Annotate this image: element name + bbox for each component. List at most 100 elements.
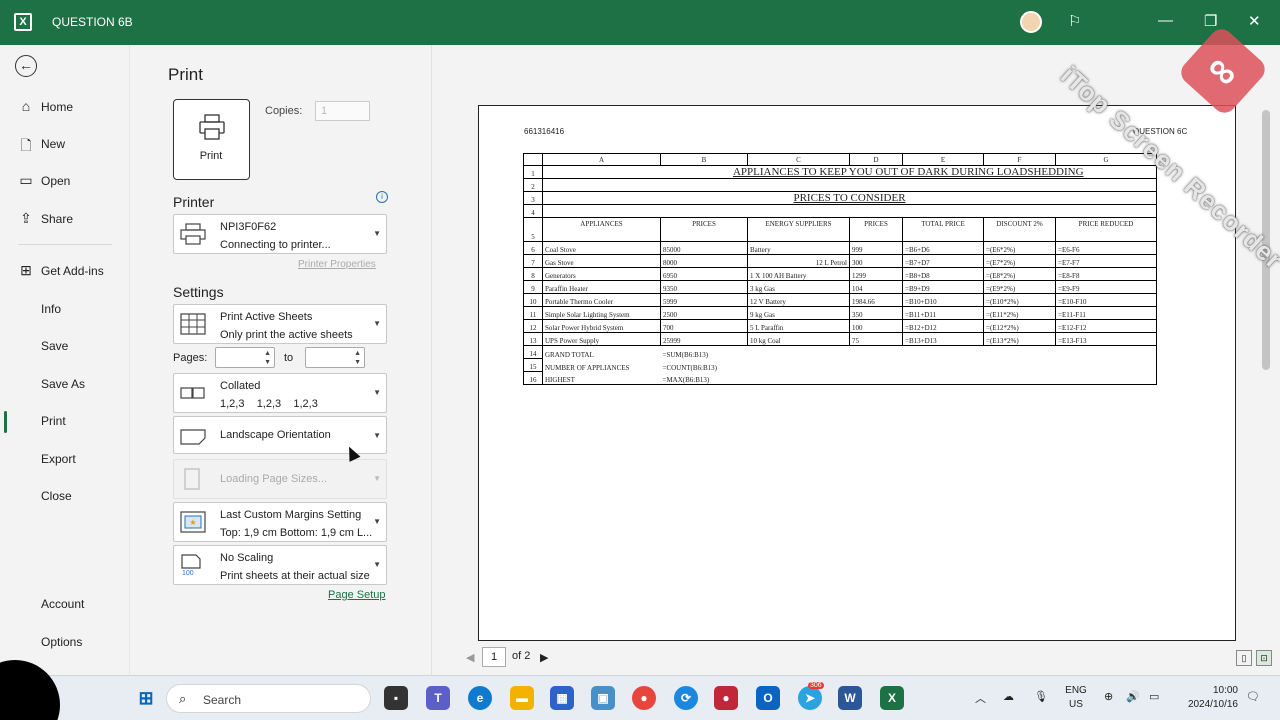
nav-export[interactable]: Export: [0, 444, 130, 474]
feedback-icon[interactable]: ⚐: [1068, 12, 1081, 30]
row-number: 6: [523, 241, 543, 255]
photos-icon[interactable]: ▣: [591, 686, 615, 710]
windows-start-icon[interactable]: ⊞: [134, 686, 158, 710]
nav-new[interactable]: 🗋 New: [0, 129, 130, 159]
margins-select[interactable]: ★ Last Custom Margins Setting Top: 1,9 c…: [173, 502, 387, 542]
nav-home[interactable]: ⌂ Home: [0, 92, 130, 122]
cell: Portable Thermo Cooler: [542, 293, 661, 307]
cell: 999: [849, 241, 903, 255]
cell: =(E11*2%): [983, 306, 1056, 320]
row-number: 14: [523, 345, 543, 359]
back-arrow-icon[interactable]: ←: [15, 55, 37, 77]
cell: Simple Solar Lighting System: [542, 306, 661, 320]
nav-account[interactable]: Account: [0, 589, 130, 619]
nav-account-label: Account: [41, 597, 85, 611]
sync-icon[interactable]: ⟳: [674, 686, 698, 710]
battery-icon[interactable]: ▭: [1149, 690, 1159, 703]
language-indicator[interactable]: ENG US: [1064, 684, 1088, 712]
nav-open[interactable]: ▭ Open: [0, 166, 130, 196]
minimize-icon[interactable]: —: [1158, 12, 1173, 29]
onedrive-icon[interactable]: ☁: [1003, 690, 1014, 703]
network-icon[interactable]: ⊕: [1104, 690, 1113, 703]
page-number-input[interactable]: 1: [482, 647, 506, 667]
word-icon[interactable]: W: [838, 686, 862, 710]
cell: NUMBER OF APPLIANCES: [542, 358, 661, 372]
nav-open-label: Open: [41, 174, 71, 188]
printer-name: NPI3F0F62: [220, 221, 277, 233]
pages-from-input[interactable]: ▲ ▼: [215, 347, 275, 368]
cell: =B8+D8: [902, 267, 984, 281]
scaling-select[interactable]: 100 No Scaling Print sheets at their act…: [173, 545, 387, 585]
nav-save-as[interactable]: Save As: [0, 369, 130, 399]
taskbar: ⊞ ⌕ Search ▪ T e ▬ ▦ ▣ ● ⟳ ● O ➤ 306 W X…: [0, 675, 1280, 720]
system-clock[interactable]: 10:00 2024/10/16: [1180, 684, 1238, 712]
info-icon[interactable]: i: [376, 191, 388, 203]
margins-desc: Top: 1,9 cm Bottom: 1,9 cm L...: [220, 527, 373, 539]
taskbar-search[interactable]: ⌕ Search: [166, 684, 371, 713]
pages-to-input[interactable]: ▲ ▼: [305, 347, 365, 368]
printer-icon: [180, 223, 206, 245]
nav-export-label: Export: [41, 452, 76, 466]
prev-page-icon[interactable]: ◀: [466, 651, 474, 664]
collation-select[interactable]: Collated 1,2,3 1,2,3 1,2,3 ▼: [173, 373, 387, 413]
outlook-icon[interactable]: O: [756, 686, 780, 710]
nav-save[interactable]: Save: [0, 331, 130, 361]
nav-options-label: Options: [41, 635, 83, 649]
notification-icon[interactable]: 🗨: [1246, 690, 1260, 703]
task-view-icon[interactable]: ▪: [384, 686, 408, 710]
nav-options[interactable]: Options: [0, 627, 130, 657]
cell: 700: [660, 319, 748, 333]
next-page-icon[interactable]: ▶: [540, 651, 548, 664]
show-margins-icon[interactable]: ▯: [1236, 650, 1252, 666]
column-header: PRICE REDUCED: [1055, 217, 1157, 242]
cell: Paraffin Heater: [542, 280, 661, 294]
printer-select[interactable]: NPI3F0F62 Connecting to printer... ▼: [173, 214, 387, 254]
cell: 3 kg Gas: [747, 280, 850, 294]
nav-info[interactable]: Info: [0, 294, 130, 324]
copies-input[interactable]: 1: [315, 101, 370, 121]
cell: =E10-F10: [1055, 293, 1157, 307]
row-number: 4: [523, 204, 543, 218]
row-number: 16: [523, 371, 543, 385]
file-explorer-icon[interactable]: ▬: [510, 686, 534, 710]
screen-recorder-icon[interactable]: ●: [714, 686, 738, 710]
restore-icon[interactable]: ❐: [1204, 12, 1217, 30]
zoom-to-page-icon[interactable]: ⊡: [1256, 650, 1272, 666]
row-number: 15: [523, 358, 543, 372]
nav-get-add-ins[interactable]: ⊞ Get Add-ins: [0, 256, 130, 286]
excel-icon: X: [14, 13, 32, 31]
chrome-icon[interactable]: ●: [632, 686, 656, 710]
nav-close[interactable]: Close: [0, 481, 130, 511]
cell: UPS Power Supply: [542, 332, 661, 346]
nav-share[interactable]: ⇪ Share: [0, 204, 130, 234]
excel-taskbar-icon[interactable]: X: [880, 686, 904, 710]
col-letter: F: [983, 153, 1056, 166]
nav-divider: [18, 244, 112, 245]
cell: =MAX(B6:B13): [660, 371, 1157, 385]
teams-icon[interactable]: T: [426, 686, 450, 710]
spinner-icon[interactable]: ▲ ▼: [264, 349, 271, 367]
cell: =COUNT(B6:B13): [660, 358, 1157, 372]
chevron-down-icon: ▼: [373, 431, 381, 440]
print-what-select[interactable]: Print Active Sheets Only print the activ…: [173, 304, 387, 344]
col-letter: D: [849, 153, 903, 166]
telegram-icon[interactable]: ➤: [798, 686, 822, 710]
print-button[interactable]: Print: [173, 99, 250, 180]
edge-icon[interactable]: e: [468, 686, 492, 710]
table-row: 7 Gas Stove 8000 12 L Petrol 300 =B7+D7 =(E7*…: [523, 254, 1157, 268]
close-icon[interactable]: ✕: [1248, 12, 1261, 30]
cell: =E8-F8: [1055, 267, 1157, 281]
spinner-icon[interactable]: ▲ ▼: [354, 349, 361, 367]
nav-print[interactable]: Print: [0, 406, 130, 436]
microphone-icon[interactable]: 🎙: [1034, 690, 1048, 703]
cell: =B6+D6: [902, 241, 984, 255]
table-row: 10 Portable Thermo Cooler 5999 12 V Batter…: [523, 293, 1157, 307]
store-icon[interactable]: ▦: [550, 686, 574, 710]
avatar[interactable]: [1020, 11, 1042, 33]
pages-to-label: to: [284, 352, 294, 364]
cell: 1984.66: [849, 293, 903, 307]
chevron-up-icon[interactable]: ︿: [975, 690, 986, 706]
volume-icon[interactable]: 🔊: [1126, 690, 1140, 703]
page-setup-link[interactable]: Page Setup: [328, 589, 386, 601]
col-letter: B: [660, 153, 748, 166]
